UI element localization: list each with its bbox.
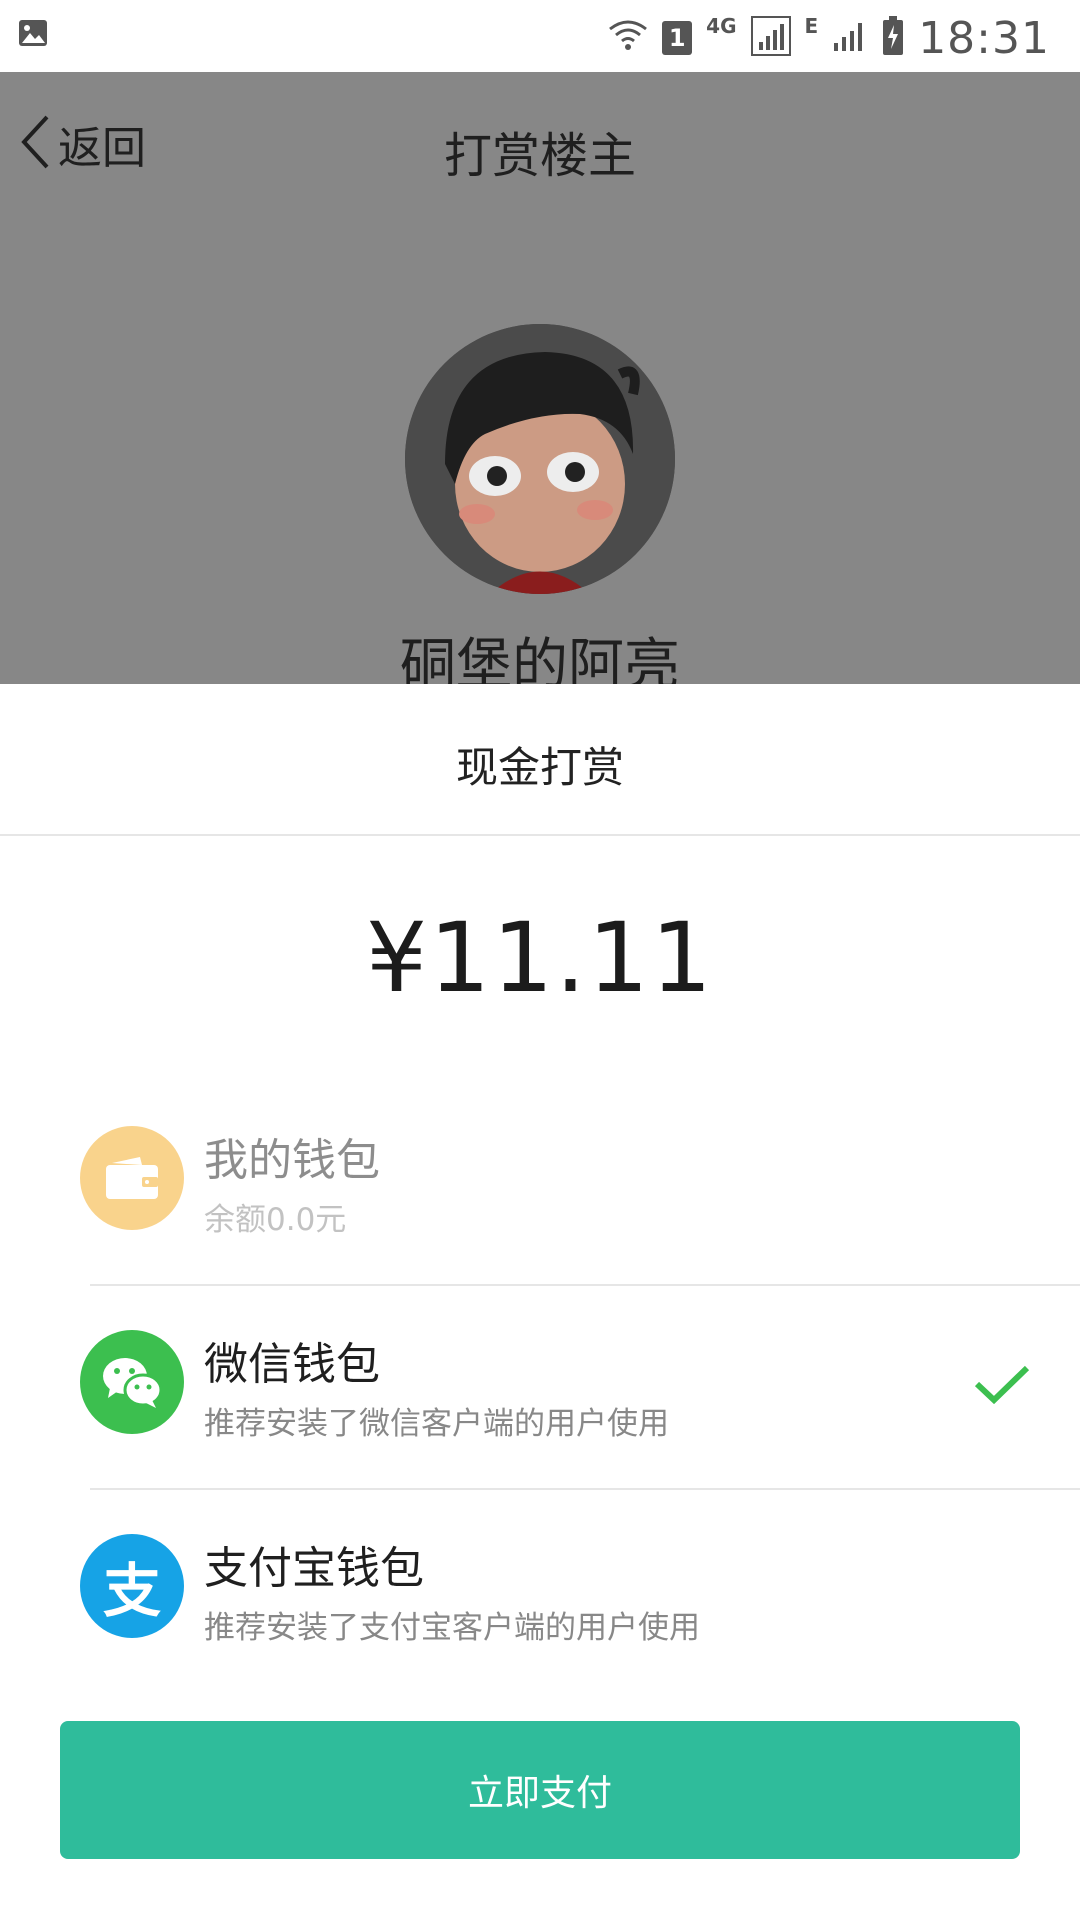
status-bar: 1 4G E 18:31 <box>0 0 1080 72</box>
payment-option-wallet[interactable]: 我的钱包 余额0.0元 <box>0 1082 1080 1286</box>
option-desc: 推荐安装了支付宝客户端的用户使用 <box>204 1610 700 1646</box>
sim-badge: 1 <box>662 21 693 55</box>
payment-sheet: 现金打赏 ¥11.11 我的钱包 余额0.0元 微信钱包 推荐安装了微信客户端的… <box>0 684 1080 1920</box>
wifi-icon <box>608 19 648 57</box>
network-type-4g: 4G <box>706 14 737 38</box>
option-desc: 推荐安装了微信客户端的用户使用 <box>204 1406 669 1442</box>
wechat-icon <box>80 1330 184 1434</box>
network-type-e: E <box>804 14 819 38</box>
signal-icon-2 <box>832 19 868 57</box>
page-title: 打赏楼主 <box>443 128 636 184</box>
signal-icon <box>750 16 791 60</box>
alipay-icon: 支 <box>80 1534 184 1638</box>
checkmark-icon <box>974 1364 1030 1408</box>
wallet-icon <box>80 1126 184 1230</box>
sheet-title: 现金打赏 <box>455 743 624 792</box>
username: 硐堡的阿亮 <box>400 633 680 684</box>
avatar <box>405 324 675 594</box>
alipay-glyph: 支 <box>102 1557 161 1625</box>
clock: 18:31 <box>918 12 1050 64</box>
pay-now-button[interactable]: 立即支付 <box>60 1721 1020 1859</box>
option-name: 我的钱包 <box>204 1135 380 1186</box>
option-name: 支付宝钱包 <box>204 1543 424 1594</box>
dimmed-background-page[interactable]: 返回 打赏楼主 硐堡的阿亮 <box>0 72 1080 684</box>
divider <box>0 834 1080 836</box>
battery-charging-icon <box>882 16 904 60</box>
reward-amount: ¥11.11 <box>366 902 714 1014</box>
option-name: 微信钱包 <box>204 1339 380 1390</box>
option-desc: 余额0.0元 <box>204 1202 347 1238</box>
payment-option-alipay[interactable]: 支 支付宝钱包 推荐安装了支付宝客户端的用户使用 <box>0 1490 1080 1694</box>
gallery-notification-icon <box>18 18 48 52</box>
payment-option-wechat[interactable]: 微信钱包 推荐安装了微信客户端的用户使用 <box>0 1286 1080 1490</box>
